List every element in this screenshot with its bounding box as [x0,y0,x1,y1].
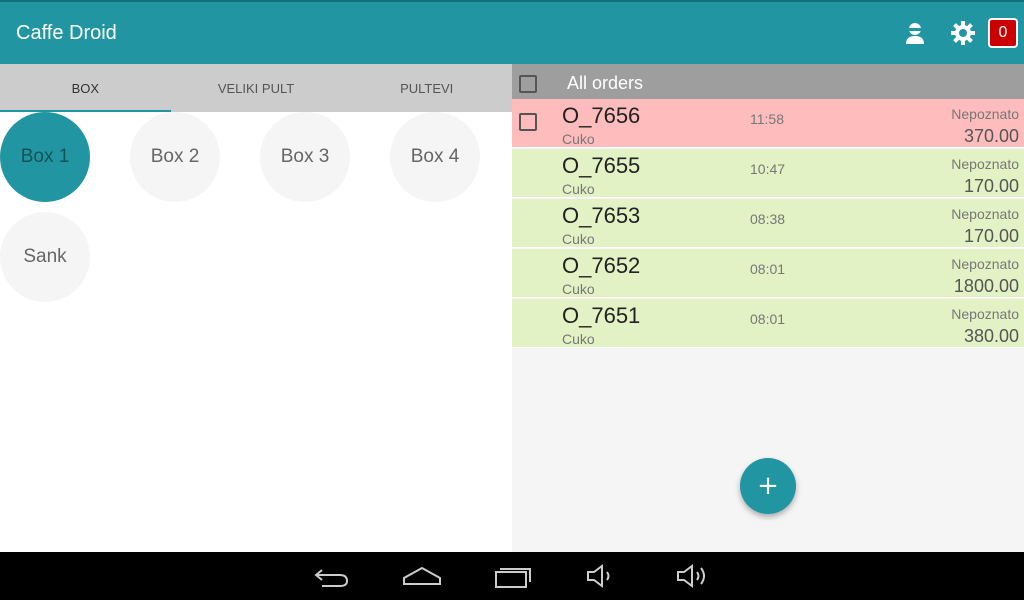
order-amount: 1800.00 [953,276,1019,296]
tab-veliki-pult[interactable]: VELIKI PULT [171,64,342,112]
order-waiter: Cuko [562,281,595,297]
volume-down-icon[interactable] [580,562,620,590]
order-waiter: Cuko [562,231,595,247]
order-id: O_7653 [562,203,641,228]
table-box-4[interactable]: Box 4 [390,112,480,202]
table-box-2[interactable]: Box 2 [130,112,220,202]
notification-badge[interactable]: 0 [988,18,1018,48]
order-amount: 370.00 [963,126,1019,146]
order-waiter: Cuko [562,331,595,347]
user-icon[interactable] [902,20,928,46]
order-id: O_7655 [562,153,641,178]
order-status: Nepoznato [951,106,1019,122]
app-title: Caffe Droid [16,22,117,44]
home-icon[interactable] [402,562,442,590]
order-status: Nepoznato [951,206,1019,222]
gear-icon[interactable] [950,20,976,46]
volume-up-icon[interactable] [670,562,710,590]
order-row[interactable]: O_7651 Cuko 08:01 Nepoznato 380.00 [512,299,1024,348]
order-amount: 170.00 [963,226,1019,246]
tab-pultevi[interactable]: PULTEVI [341,64,512,112]
order-id: O_7651 [562,303,641,328]
table-box-3[interactable]: Box 3 [260,112,350,202]
system-nav-bar [0,552,1024,600]
order-amount: 170.00 [963,176,1019,196]
section-tabs: BOX VELIKI PULT PULTEVI [0,64,512,112]
order-row[interactable]: O_7655 Cuko 10:47 Nepoznato 170.00 [512,149,1024,198]
order-time: 10:47 [750,161,786,177]
order-time: 08:38 [750,211,786,227]
order-id: O_7656 [562,103,641,128]
order-amount: 380.00 [963,326,1019,346]
app-bar: Caffe Droid 0 [0,0,1024,64]
order-waiter: Cuko [562,131,595,147]
add-icon: + [757,471,779,501]
order-time: 11:58 [750,111,784,127]
recents-icon[interactable] [494,562,534,590]
order-row[interactable]: O_7653 Cuko 08:38 Nepoznato 170.00 [512,199,1024,248]
select-all-checkbox[interactable] [519,75,537,93]
table-box-1[interactable]: Box 1 [0,112,90,202]
back-icon[interactable] [312,562,352,590]
tab-box[interactable]: BOX [0,64,171,112]
orders-header: All orders [512,64,1024,99]
order-waiter: Cuko [562,181,595,197]
order-status: Nepoznato [951,156,1019,172]
order-time: 08:01 [750,261,786,277]
tables-panel: Box 1 Box 2 Box 3 Box 4 Sank [0,112,512,552]
orders-title: All orders [567,73,644,93]
order-time: 08:01 [750,311,786,327]
order-row[interactable]: O_7652 Cuko 08:01 Nepoznato 1800.00 [512,249,1024,298]
add-order-button[interactable]: + [740,458,796,514]
order-status: Nepoznato [951,256,1019,272]
order-checkbox[interactable] [519,113,537,131]
order-status: Nepoznato [951,306,1019,322]
order-row[interactable]: O_7656 Cuko 11:58 Nepoznato 370.00 [512,99,1024,148]
order-id: O_7652 [562,253,641,278]
orders-panel: All orders O_7656 Cuko 11:58 Nepoznato 3… [512,64,1024,552]
table-sank[interactable]: Sank [0,212,90,302]
